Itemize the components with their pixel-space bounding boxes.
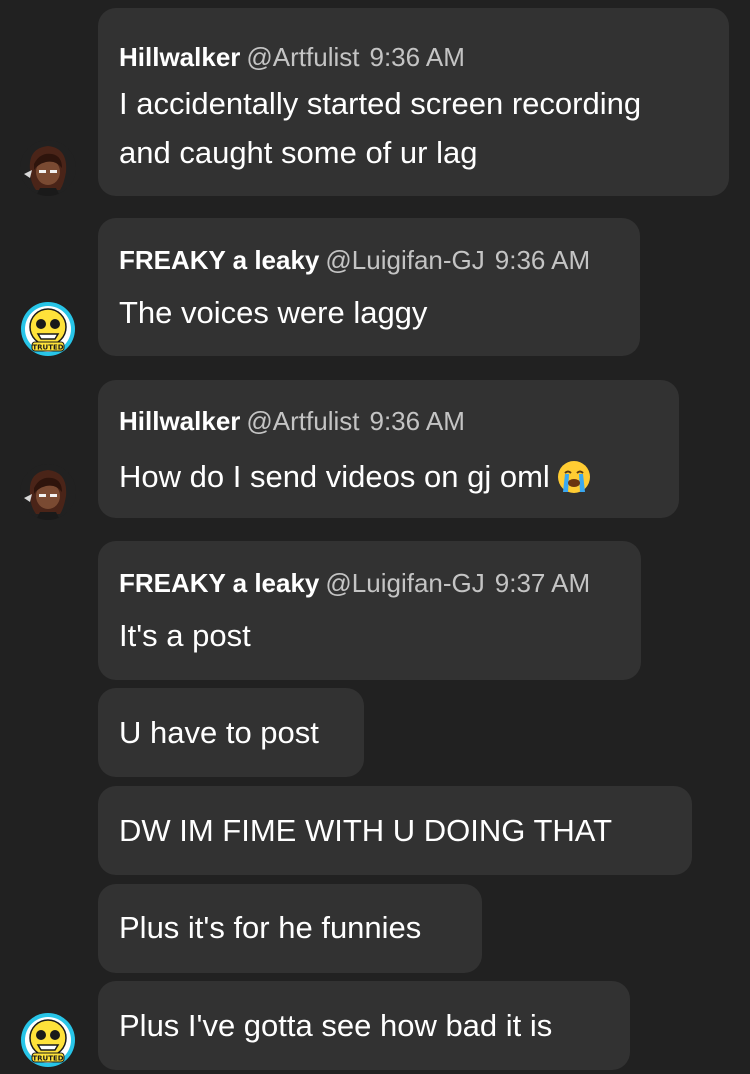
message-line: DW IM FIME WITH U DOING THAT <box>119 813 613 848</box>
author-handle[interactable]: @Luigifan-GJ <box>325 568 484 598</box>
author-name[interactable]: Hillwalker <box>119 406 240 436</box>
message-header: Hillwalker @Artfulist 9:36 AM <box>119 406 465 436</box>
dark-haired-character-avatar-icon <box>20 140 76 196</box>
chat-thread: Hillwalker @Artfulist 9:36 AM I accidental… <box>0 0 750 1074</box>
message-timestamp: 9:36 AM <box>369 406 465 436</box>
message-line: and caught some of ur lag <box>119 135 478 170</box>
message-text: DW IM FIME WITH U DOING THAT <box>119 806 612 855</box>
author-name[interactable]: FREAKY a leaky <box>119 568 319 598</box>
loudly-crying-face-icon <box>556 459 592 509</box>
message-text: Plus it's for he funnies <box>119 903 421 952</box>
author-handle[interactable]: @Artfulist <box>246 42 359 72</box>
message-bubble[interactable]: Hillwalker @Artfulist 9:36 AM How do I sen… <box>98 380 679 518</box>
hillwalker-avatar[interactable] <box>20 464 76 520</box>
message-header: FREAKY a leaky @Luigifan-GJ 9:36 AM <box>119 245 590 275</box>
hillwalker-avatar[interactable] <box>20 140 76 196</box>
message-bubble[interactable]: FREAKY a leaky @Luigifan-GJ 9:36 AM The vo… <box>98 218 640 356</box>
message-line: U have to post <box>119 715 319 750</box>
message-timestamp: 9:36 AM <box>369 42 465 72</box>
message-line: I accidentally started screen recording <box>119 86 642 121</box>
freaky-avatar[interactable]: TRUTED <box>20 1012 76 1068</box>
message-text: U have to post <box>119 708 319 757</box>
author-handle[interactable]: @Luigifan-GJ <box>325 245 484 275</box>
message-bubble[interactable]: Plus I've gotta see how bad it is <box>98 981 630 1070</box>
message-header: FREAKY a leaky @Luigifan-GJ 9:37 AM <box>119 568 590 598</box>
freaky-avatar[interactable]: TRUTED <box>20 301 76 357</box>
message-header: Hillwalker @Artfulist 9:36 AM <box>119 42 465 72</box>
message-timestamp: 9:36 AM <box>494 245 591 275</box>
message-bubble[interactable]: FREAKY a leaky @Luigifan-GJ 9:37 AM It's a… <box>98 541 641 680</box>
message-timestamp: 9:37 AM <box>494 568 591 598</box>
message-line: The voices were laggy <box>119 295 428 330</box>
author-name[interactable]: Hillwalker <box>119 42 240 72</box>
author-name[interactable]: FREAKY a leaky <box>119 245 319 275</box>
message-line: It's a post <box>119 618 251 653</box>
message-text: I accidentally started screen recording … <box>119 79 641 177</box>
message-bubble[interactable]: DW IM FIME WITH U DOING THAT <box>98 786 692 875</box>
author-handle[interactable]: @Artfulist <box>246 406 359 436</box>
message-text: Plus I've gotta see how bad it is <box>119 1001 552 1050</box>
yellow-skull-avatar-icon: TRUTED <box>21 1013 75 1067</box>
message-bubble[interactable]: Plus it's for he funnies <box>98 884 482 973</box>
dark-haired-character-avatar-icon <box>20 464 76 520</box>
message-line: Plus it's for he funnies <box>119 910 422 945</box>
message-line: Plus I've gotta see how bad it is <box>119 1008 553 1043</box>
message-line: How do I send videos on gj oml <box>119 459 550 494</box>
avatar-badge-text: TRUTED <box>32 1055 63 1063</box>
yellow-skull-avatar-icon: TRUTED <box>21 302 75 356</box>
avatar-badge-text: TRUTED <box>32 344 63 352</box>
message-text: It's a post <box>119 611 251 660</box>
message-bubble[interactable]: U have to post <box>98 688 364 777</box>
message-text: The voices were laggy <box>119 288 427 337</box>
message-bubble[interactable]: Hillwalker @Artfulist 9:36 AM I accidental… <box>98 8 729 196</box>
message-text: How do I send videos on gj oml <box>119 452 592 509</box>
